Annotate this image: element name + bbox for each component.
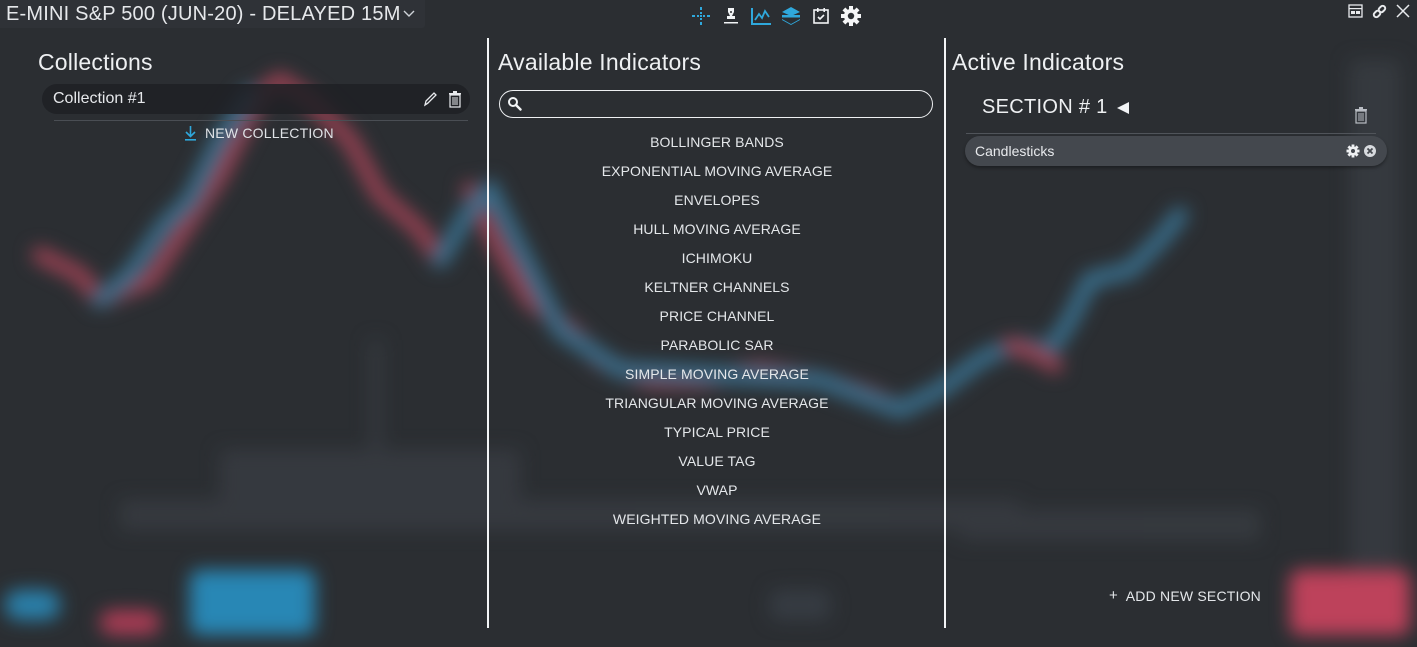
chevron-down-icon [403, 10, 415, 17]
available-indicator-item[interactable]: ICHIMOKU [498, 246, 936, 275]
active-indicators-title: Active Indicators [952, 49, 1125, 75]
events-button[interactable] [810, 5, 832, 27]
indicator-search-input[interactable] [528, 93, 927, 117]
available-indicator-item[interactable]: PARABOLIC SAR [498, 333, 936, 362]
link-icon [1372, 4, 1386, 18]
section-header[interactable]: SECTION # 1 [982, 96, 1130, 119]
chart-type-button[interactable] [750, 5, 772, 27]
active-indicators-panel: Active Indicators SECTION # 1 Candlestic… [952, 36, 1392, 604]
available-indicators-panel: Available Indicators BOLLINGER BANDS EXPO… [498, 36, 936, 527]
add-new-section-label: ADD NEW SECTION [1125, 587, 1261, 604]
drawing-pen-icon [724, 8, 738, 24]
symbol-select[interactable]: E-MINI S&P 500 (JUN-20) - DELAYED 15M [0, 0, 425, 28]
download-arrow-icon [185, 126, 196, 141]
available-indicator-item[interactable]: VALUE TAG [498, 449, 936, 478]
symbol-title: E-MINI S&P 500 (JUN-20) - DELAYED 15M [6, 2, 401, 25]
available-indicators-title: Available Indicators [498, 49, 702, 75]
available-indicator-item[interactable]: ENVELOPES [498, 188, 936, 217]
chart-toolbar [690, 5, 862, 27]
active-indicator-name: Candlesticks [975, 143, 1055, 159]
crosshair-button[interactable] [690, 5, 712, 27]
layers-icon [782, 7, 800, 25]
available-indicator-item[interactable]: KELTNER CHANNELS [498, 275, 936, 304]
close-button[interactable] [1395, 3, 1411, 19]
window-controls [1347, 3, 1411, 19]
panel-divider-right [944, 38, 946, 628]
crosshair-icon [692, 7, 710, 25]
available-indicator-item[interactable]: PRICE CHANNEL [498, 304, 936, 333]
collection-item[interactable]: Collection #1 [42, 84, 470, 114]
remove-indicator-icon[interactable] [1363, 144, 1377, 158]
active-indicator-item[interactable]: Candlesticks [965, 136, 1387, 166]
link-button[interactable] [1371, 3, 1387, 19]
available-indicator-item[interactable]: HULL MOVING AVERAGE [498, 217, 936, 246]
collection-divider [54, 120, 468, 121]
available-indicator-list: BOLLINGER BANDS EXPONENTIAL MOVING AVERAG… [498, 130, 936, 536]
drawing-tools-button[interactable] [720, 5, 742, 27]
layout-icon [1347, 4, 1363, 18]
section-label: SECTION # 1 [982, 96, 1108, 118]
available-indicator-item[interactable]: SIMPLE MOVING AVERAGE [498, 362, 936, 391]
available-indicator-item[interactable]: VWAP [498, 478, 936, 507]
close-icon [1396, 4, 1410, 18]
delete-section-trash-icon[interactable] [1354, 106, 1368, 124]
add-new-section-button[interactable]: + ADD NEW SECTION [1109, 587, 1261, 604]
layout-button[interactable] [1347, 3, 1363, 19]
indicator-search [499, 90, 933, 118]
panel-divider-left [487, 38, 489, 628]
edit-pencil-icon[interactable] [422, 90, 438, 108]
new-collection-label: NEW COLLECTION [205, 125, 334, 141]
line-chart-icon [751, 8, 771, 25]
available-indicator-item[interactable]: TYPICAL PRICE [498, 420, 936, 449]
trash-icon[interactable] [448, 90, 462, 108]
available-indicator-item[interactable]: EXPONENTIAL MOVING AVERAGE [498, 159, 936, 188]
search-icon [508, 97, 522, 111]
available-indicator-item[interactable]: TRIANGULAR MOVING AVERAGE [498, 391, 936, 420]
section-divider [966, 133, 1376, 134]
collapse-triangle-icon [1116, 101, 1129, 114]
collections-panel: Collections Collection #1 NEW COLLECTION [38, 36, 474, 141]
calendar-check-icon [813, 8, 829, 24]
new-collection-button[interactable]: NEW COLLECTION [184, 125, 334, 141]
plus-icon: + [1109, 587, 1118, 604]
collections-title: Collections [38, 49, 153, 75]
studies-button[interactable] [780, 5, 802, 27]
gear-icon [841, 6, 861, 26]
top-bar: E-MINI S&P 500 (JUN-20) - DELAYED 15M [0, 0, 1417, 30]
settings-button[interactable] [840, 5, 862, 27]
collection-name: Collection #1 [53, 90, 146, 107]
available-indicator-item[interactable]: WEIGHTED MOVING AVERAGE [498, 507, 936, 536]
indicator-settings-gear-icon[interactable] [1346, 144, 1360, 158]
available-indicator-item[interactable]: BOLLINGER BANDS [498, 130, 936, 159]
